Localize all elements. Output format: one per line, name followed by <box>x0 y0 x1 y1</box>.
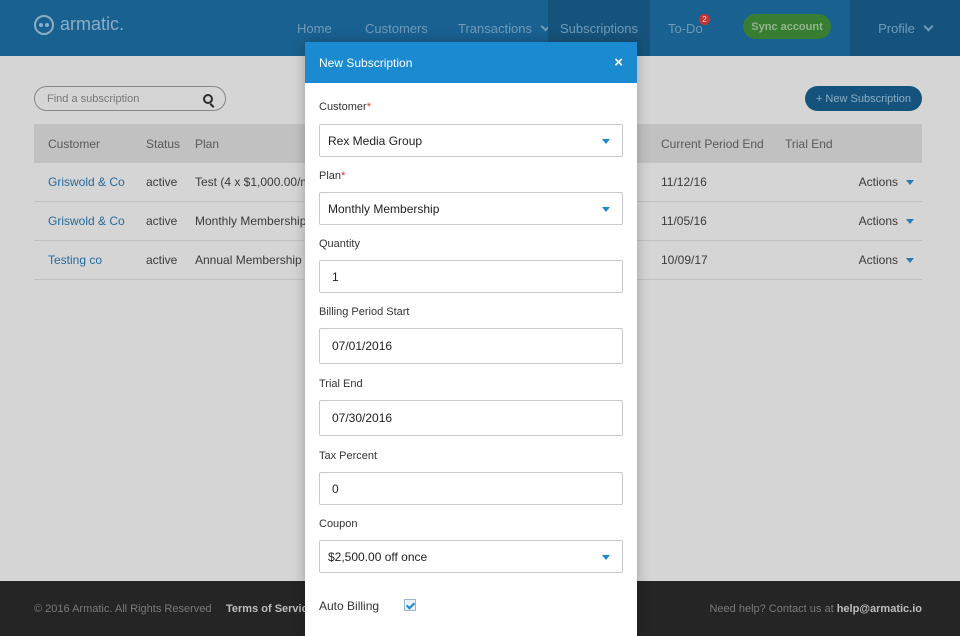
tax-percent-input[interactable]: 0 <box>319 472 623 505</box>
quantity-input[interactable]: 1 <box>319 260 623 293</box>
caret-down-icon <box>602 207 610 212</box>
plan-select[interactable]: Monthly Membership <box>319 192 623 225</box>
modal-title: New Subscription <box>319 55 413 70</box>
billing-start-input[interactable]: 07/01/2016 <box>319 328 623 364</box>
coupon-select[interactable]: $2,500.00 off once <box>319 540 623 573</box>
required-mark: * <box>366 101 371 113</box>
caret-down-icon <box>602 555 610 560</box>
coupon-value: $2,500.00 off once <box>328 549 428 564</box>
required-mark: * <box>341 170 346 182</box>
trial-end-input[interactable]: 07/30/2016 <box>319 400 623 436</box>
plan-label: Plan* <box>319 170 345 182</box>
trial-end-label: Trial End <box>319 378 363 390</box>
new-subscription-modal: New Subscription × Customer* Rex Media G… <box>305 42 637 636</box>
coupon-label: Coupon <box>319 518 358 530</box>
billing-start-label: Billing Period Start <box>319 306 410 318</box>
customer-select[interactable]: Rex Media Group <box>319 124 623 157</box>
customer-label-text: Customer <box>319 101 367 113</box>
auto-billing-checkbox[interactable] <box>404 599 416 611</box>
close-icon[interactable]: × <box>614 54 623 71</box>
modal-header: New Subscription × <box>305 42 637 83</box>
quantity-label: Quantity <box>319 238 360 250</box>
customer-value: Rex Media Group <box>328 133 423 148</box>
plan-label-text: Plan <box>319 170 342 182</box>
caret-down-icon <box>602 139 610 144</box>
tax-percent-label: Tax Percent <box>319 450 378 462</box>
plan-value: Monthly Membership <box>328 201 440 216</box>
auto-billing-label: Auto Billing <box>319 599 380 613</box>
customer-label: Customer* <box>319 101 371 113</box>
